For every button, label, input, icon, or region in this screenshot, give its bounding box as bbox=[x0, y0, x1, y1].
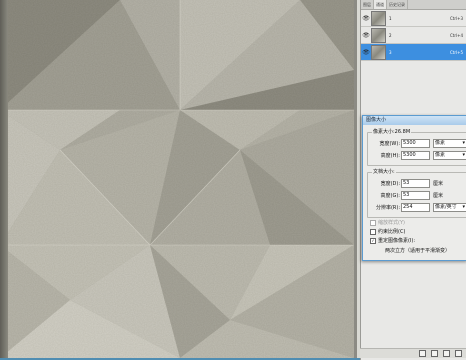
channel-row-3[interactable]: 👁 3 Ctrl+5 bbox=[361, 44, 466, 61]
doc-height-label: 高度(G): bbox=[380, 193, 400, 199]
document-canvas[interactable] bbox=[0, 0, 354, 358]
channel-row-1[interactable]: 👁 1 Ctrl+3 bbox=[361, 10, 466, 27]
scale-styles-checkbox[interactable]: 缩放样式(Y) bbox=[370, 219, 405, 226]
resolution-input[interactable]: 254 bbox=[401, 203, 430, 212]
channel-name: 2 bbox=[389, 32, 392, 38]
doc-width-unit[interactable]: 厘米 bbox=[433, 180, 459, 187]
doc-height-input[interactable]: 53 bbox=[401, 191, 430, 200]
pixel-width-row: 宽度(W): 5300 像素 ▾ bbox=[368, 139, 466, 148]
constrain-proportions-checkbox[interactable]: 约束比例(C) bbox=[370, 228, 405, 235]
save-selection-icon[interactable] bbox=[431, 350, 438, 357]
doc-width-input[interactable]: 53 bbox=[401, 179, 430, 188]
eye-icon[interactable]: 👁 bbox=[361, 32, 371, 39]
doc-height-unit[interactable]: 厘米 bbox=[433, 192, 459, 199]
channel-row-2[interactable]: 👁 2 Ctrl+4 bbox=[361, 27, 466, 44]
tab-layers[interactable]: 图层 bbox=[361, 0, 374, 9]
pixel-dimensions-group: 像素大小:26.8M 宽度(W): 5300 像素 ▾ 高度(H): 5300 像… bbox=[367, 129, 466, 166]
resample-method-select[interactable]: 两次立方（适用于平滑渐变） bbox=[385, 248, 465, 255]
pixel-width-unit-select[interactable]: 像素 ▾ bbox=[433, 139, 466, 148]
tab-history[interactable]: 历史记录 bbox=[387, 0, 408, 9]
doc-height-row: 高度(G): 53 厘米 bbox=[368, 191, 459, 200]
panel-footer bbox=[360, 348, 466, 358]
document-size-group: 文档大小: 宽度(D): 53 厘米 高度(G): 53 厘米 分辨率(R): … bbox=[367, 169, 466, 218]
resolution-unit: 像素/英寸 bbox=[435, 204, 457, 210]
channel-thumbnail bbox=[371, 27, 386, 43]
channel-name: 3 bbox=[389, 49, 392, 55]
doc-width-row: 宽度(D): 53 厘米 bbox=[368, 179, 459, 188]
pixel-width-label: 宽度(W): bbox=[379, 141, 400, 147]
constrain-proportions-label: 约束比例(C) bbox=[378, 229, 406, 235]
resample-image-checkbox[interactable]: 重定图像像素(I): bbox=[370, 237, 415, 244]
document-size-label: 文档大小: bbox=[372, 169, 396, 176]
channel-thumbnail bbox=[371, 10, 386, 26]
chevron-down-icon: ▾ bbox=[462, 152, 465, 158]
load-selection-icon[interactable] bbox=[419, 350, 426, 357]
chevron-down-icon: ▾ bbox=[462, 204, 465, 210]
channel-name: 1 bbox=[389, 15, 392, 21]
delete-channel-icon[interactable] bbox=[455, 350, 462, 357]
dialog-title[interactable]: 图像大小 bbox=[363, 116, 466, 125]
checkbox-box[interactable] bbox=[370, 219, 376, 226]
checkbox-box[interactable] bbox=[370, 228, 376, 235]
pixel-height-unit-select[interactable]: 像素 ▾ bbox=[433, 151, 466, 160]
chevron-down-icon: ▾ bbox=[462, 140, 465, 146]
channel-shortcut: Ctrl+5 bbox=[449, 49, 463, 55]
channel-shortcut: Ctrl+4 bbox=[449, 32, 463, 38]
resolution-row: 分辨率(R): 254 像素/英寸 ▾ bbox=[368, 203, 466, 212]
pixel-height-input[interactable]: 5300 bbox=[401, 151, 430, 160]
eye-icon[interactable]: 👁 bbox=[361, 15, 371, 22]
doc-width-label: 宽度(D): bbox=[380, 181, 400, 187]
new-channel-icon[interactable] bbox=[443, 350, 450, 357]
checkbox-box[interactable] bbox=[370, 237, 376, 244]
pixel-height-unit: 像素 bbox=[435, 152, 446, 158]
tool-strip bbox=[0, 0, 8, 360]
channel-shortcut: Ctrl+3 bbox=[449, 15, 463, 21]
tab-channels[interactable]: 通道 bbox=[374, 0, 387, 9]
resolution-unit-select[interactable]: 像素/英寸 ▾ bbox=[433, 203, 466, 212]
resolution-label: 分辨率(R): bbox=[375, 205, 400, 211]
scale-styles-label: 缩放样式(Y) bbox=[378, 220, 405, 226]
resample-image-label: 重定图像像素(I): bbox=[378, 238, 416, 244]
panel-tabs: 图层 通道 历史记录 bbox=[361, 0, 466, 10]
eye-icon[interactable]: 👁 bbox=[361, 49, 371, 56]
pixel-height-label: 高度(H): bbox=[380, 153, 400, 159]
pixel-width-input[interactable]: 5300 bbox=[401, 139, 430, 148]
pixel-width-unit: 像素 bbox=[435, 140, 446, 146]
pixel-dimensions-label: 像素大小:26.8M bbox=[372, 129, 412, 136]
image-size-dialog: 图像大小 像素大小:26.8M 宽度(W): 5300 像素 ▾ 高度(H): 5… bbox=[362, 115, 466, 261]
pixel-height-row: 高度(H): 5300 像素 ▾ bbox=[368, 151, 466, 160]
channel-thumbnail bbox=[371, 44, 386, 60]
